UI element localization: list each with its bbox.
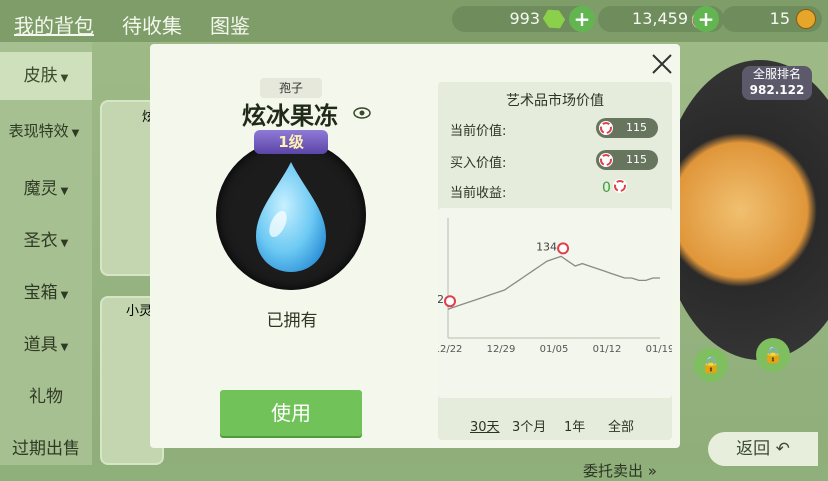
sidebar-item-spirit[interactable]: 魔灵 ▼ bbox=[0, 174, 92, 199]
sidebar-item-armor[interactable]: 圣衣 ▼ bbox=[0, 226, 92, 251]
item-detail-modal: 孢子 炫冰果冻 1级 已拥有 使用 艺术品市场价值 当前价值: 115 买入价值… bbox=[150, 44, 680, 480]
sidebar-item-props[interactable]: 道具 ▼ bbox=[0, 330, 92, 355]
coin-icon bbox=[796, 9, 816, 29]
x-tick-label: 01/05 bbox=[540, 344, 569, 355]
use-button[interactable]: 使用 bbox=[220, 390, 362, 436]
price-series-line bbox=[447, 255, 660, 310]
chevron-down-icon: ▼ bbox=[60, 342, 69, 353]
lollipop-icon bbox=[599, 153, 613, 167]
level-badge: 1级 bbox=[254, 130, 328, 154]
sidebar-item-chest[interactable]: 宝箱 ▼ bbox=[0, 278, 92, 303]
gain-label: 当前收益: bbox=[450, 186, 507, 201]
chevron-down-icon: ▼ bbox=[60, 186, 69, 197]
x-tick-label: 12/22 bbox=[438, 344, 462, 355]
chevron-down-icon: ▼ bbox=[60, 73, 69, 84]
tab-to-collect[interactable]: 待收集 bbox=[122, 10, 182, 39]
gem-count: 993 bbox=[509, 9, 540, 28]
data-label: 112 bbox=[438, 293, 444, 306]
item-name: 炫冰果冻 bbox=[242, 102, 338, 130]
x-tick-label: 12/29 bbox=[487, 344, 516, 355]
add-lollipops-button[interactable]: + bbox=[693, 6, 719, 32]
tab-my-bag[interactable]: 我的背包 bbox=[14, 10, 94, 39]
water-drop-icon bbox=[256, 162, 326, 272]
price-chart: 12/22 12/29 01/05 01/12 01/19 112 134 bbox=[423, 208, 674, 398]
buy-value-label: 买入价值: bbox=[450, 156, 507, 171]
sidebar-item-gift[interactable]: 礼物 bbox=[0, 382, 92, 407]
back-arrow-icon: ↶ bbox=[775, 439, 790, 459]
range-tab-30-days[interactable]: 30天 bbox=[470, 416, 500, 435]
lock-icon[interactable]: 🔒 bbox=[756, 338, 790, 372]
lollipop-icon bbox=[557, 242, 570, 255]
sidebar-item-expired-sale[interactable]: 过期出售 bbox=[0, 434, 92, 459]
eye-icon[interactable] bbox=[353, 106, 371, 120]
buy-value-pill: 115 bbox=[596, 150, 658, 170]
item-preview bbox=[216, 140, 366, 290]
market-value-panel: 艺术品市场价值 当前价值: 115 买入价值: 115 当前收益: 0 12/2… bbox=[423, 82, 674, 480]
market-title: 艺术品市场价值 bbox=[506, 93, 604, 109]
buy-value: 115 bbox=[626, 153, 647, 166]
lollipop-count: 13,459 bbox=[632, 9, 688, 28]
item-type-tag: 孢子 bbox=[260, 78, 322, 98]
range-tab-1-year[interactable]: 1年 bbox=[564, 416, 585, 435]
x-tick-label: 01/12 bbox=[593, 344, 622, 355]
gem-icon bbox=[540, 5, 567, 32]
range-tab-3-months[interactable]: 3个月 bbox=[512, 416, 546, 435]
chevron-down-icon: ▼ bbox=[60, 290, 69, 301]
consign-sell-link[interactable]: 委托卖出 » bbox=[583, 460, 657, 481]
owned-status: 已拥有 bbox=[266, 311, 318, 331]
sidebar-item-effects[interactable]: 表现特效 ▼ bbox=[0, 120, 90, 141]
data-label: 134 bbox=[536, 240, 557, 253]
lock-icon[interactable]: 🔒 bbox=[694, 348, 728, 382]
lollipop-icon bbox=[613, 179, 627, 193]
current-value: 115 bbox=[626, 121, 647, 134]
back-button[interactable]: 返回 ↶ bbox=[708, 432, 818, 466]
coin-counter: 15 bbox=[722, 6, 822, 32]
lollipop-icon bbox=[599, 121, 613, 135]
price-line-chart: 12/22 12/29 01/05 01/12 01/19 112 134 bbox=[423, 218, 674, 355]
current-value-pill: 115 bbox=[596, 118, 658, 138]
gain-value: 0 bbox=[602, 180, 611, 196]
add-gems-button[interactable]: + bbox=[569, 6, 595, 32]
coin-count: 15 bbox=[769, 9, 790, 28]
sidebar-item-skin[interactable]: 皮肤 ▼ bbox=[0, 52, 92, 100]
tab-guide[interactable]: 图鉴 bbox=[210, 10, 250, 39]
lollipop-icon bbox=[444, 295, 456, 308]
chevron-down-icon: ▼ bbox=[60, 238, 69, 249]
range-tab-all[interactable]: 全部 bbox=[608, 416, 634, 435]
close-icon[interactable] bbox=[650, 52, 674, 76]
x-tick-label: 01/19 bbox=[646, 344, 672, 355]
chevron-down-icon: ▼ bbox=[71, 128, 80, 139]
current-value-label: 当前价值: bbox=[450, 124, 507, 139]
server-ranking-badge[interactable]: 全服排名 982.122 bbox=[742, 66, 812, 100]
